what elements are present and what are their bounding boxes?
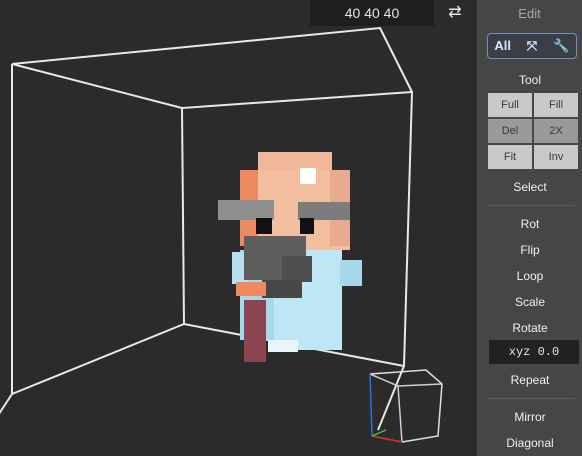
- expand-icon[interactable]: ⤧: [517, 34, 546, 58]
- divider: [487, 205, 575, 206]
- tool-fill-button[interactable]: Fill: [534, 93, 578, 117]
- tool-inv-button[interactable]: Inv: [534, 145, 578, 169]
- bounding-box-wireframe: [0, 26, 414, 431]
- rot-button[interactable]: Rot: [477, 217, 582, 231]
- scale-button[interactable]: Scale: [477, 295, 582, 309]
- mode-all-button[interactable]: All: [488, 34, 517, 58]
- 3d-viewport[interactable]: 40 40 40 ⇄: [0, 0, 476, 456]
- orientation-gizmo[interactable]: [360, 366, 444, 446]
- xyz-input[interactable]: xyz 0.0: [489, 340, 579, 364]
- tool-grid: Full Fill Del 2X Fit Inv: [488, 93, 578, 169]
- repeat-button[interactable]: Repeat: [477, 373, 582, 387]
- swap-icon[interactable]: ⇄: [440, 2, 470, 24]
- diagonal-button[interactable]: Diagonal: [477, 436, 582, 450]
- tool-heading: Tool: [518, 73, 541, 87]
- mode-selector: All ⤧ 🔧: [487, 33, 577, 59]
- tool-del-button[interactable]: Del: [488, 119, 532, 143]
- edit-panel: Edit All ⤧ 🔧 Tool Full Fill Del 2X Fit I…: [476, 0, 582, 456]
- mirror-button[interactable]: Mirror: [477, 410, 582, 424]
- grid-size-display[interactable]: 40 40 40: [310, 0, 434, 26]
- flip-button[interactable]: Flip: [477, 243, 582, 257]
- select-button[interactable]: Select: [477, 180, 582, 194]
- loop-button[interactable]: Loop: [477, 269, 582, 283]
- voxel-character: [218, 152, 362, 362]
- tool-full-button[interactable]: Full: [488, 93, 532, 117]
- wrench-icon[interactable]: 🔧: [547, 34, 576, 58]
- tool-fit-button[interactable]: Fit: [488, 145, 532, 169]
- tool-2x-button[interactable]: 2X: [534, 119, 578, 143]
- rotate-button[interactable]: Rotate: [477, 321, 582, 335]
- panel-title: Edit: [518, 6, 541, 21]
- divider: [487, 398, 575, 399]
- voxel-editor: 40 40 40 ⇄ Edit All ⤧ 🔧 Tool Full Fill D…: [0, 0, 582, 456]
